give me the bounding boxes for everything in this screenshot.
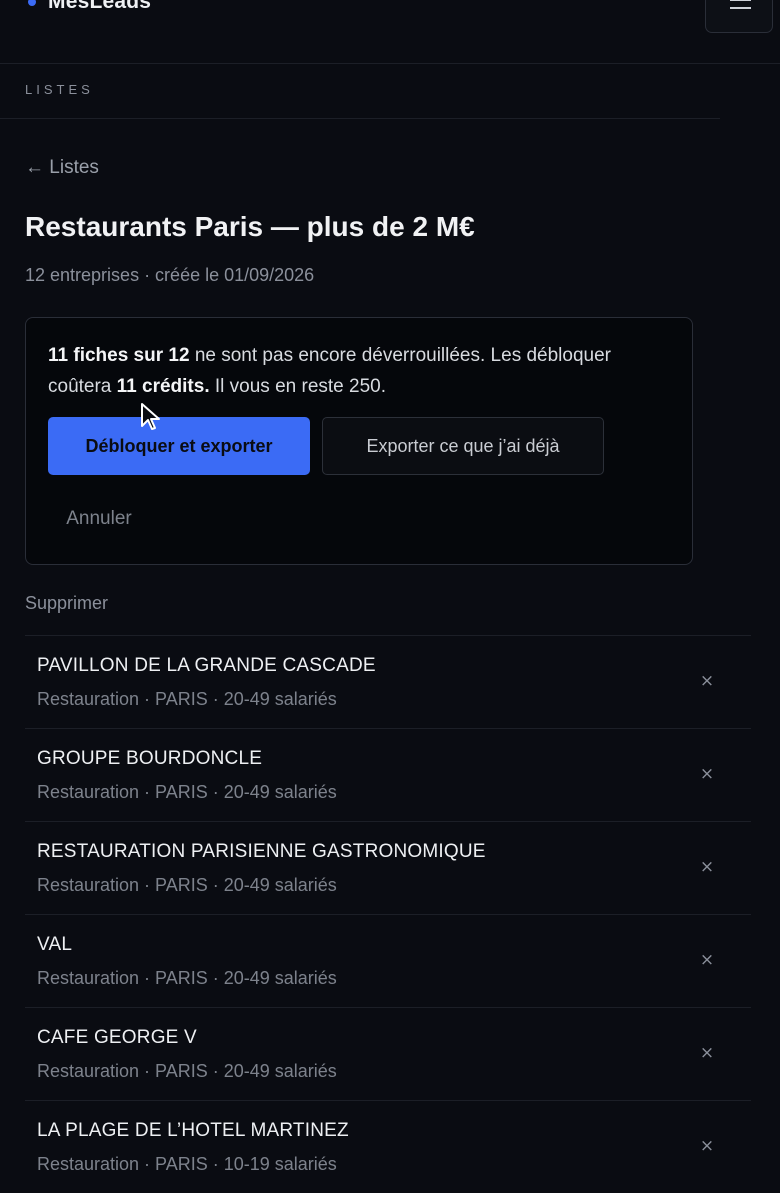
remove-icon[interactable]: × xyxy=(692,1131,722,1161)
company-list: PAVILLON DE LA GRANDE CASCADE Restaurati… xyxy=(25,635,751,1193)
top-bar: MesLeads xyxy=(0,0,780,64)
hamburger-menu-icon xyxy=(730,0,751,1)
company-meta: Restauration · PARIS · 10-19 salariés xyxy=(37,1154,337,1174)
list-item[interactable]: LA PLAGE DE L’HOTEL MARTINEZ Restauratio… xyxy=(25,1100,751,1193)
section-label: LISTES xyxy=(25,82,94,97)
back-to-lists-link[interactable]: ← Listes xyxy=(25,157,99,179)
list-item[interactable]: VAL Restauration · PARIS · 20-49 salarié… xyxy=(25,914,751,1007)
list-item[interactable]: CAFE GEORGE V Restauration · PARIS · 20-… xyxy=(25,1007,751,1100)
company-meta: Restauration · PARIS · 20-49 salariés xyxy=(37,689,337,709)
delete-list-button[interactable]: Supprimer xyxy=(25,593,108,614)
remove-icon[interactable]: × xyxy=(692,945,722,975)
company-name: VAL xyxy=(37,934,73,955)
list-item[interactable]: PAVILLON DE LA GRANDE CASCADE Restaurati… xyxy=(25,635,751,728)
company-name: RESTAURATION PARISIENNE GASTRONOMIQUE xyxy=(37,841,486,862)
brand[interactable]: MesLeads xyxy=(28,0,151,14)
remove-icon[interactable]: × xyxy=(692,1038,722,1068)
company-name: LA PLAGE DE L’HOTEL MARTINEZ xyxy=(37,1120,349,1141)
unlock-export-button[interactable]: Débloquer et exporter xyxy=(48,417,310,475)
mouse-cursor-icon xyxy=(141,403,160,430)
cancel-button[interactable]: Annuler xyxy=(48,500,150,538)
brand-dot-icon xyxy=(28,0,36,6)
list-item[interactable]: RESTAURATION PARISIENNE GASTRONOMIQUE Re… xyxy=(25,821,751,914)
unlock-notice: 11 fiches sur 12 ne sont pas encore déve… xyxy=(25,317,693,565)
credits-cost: 11 crédits. xyxy=(116,376,210,397)
company-meta: Restauration · PARIS · 20-49 salariés xyxy=(37,782,337,802)
company-name: PAVILLON DE LA GRANDE CASCADE xyxy=(37,655,376,676)
company-meta: Restauration · PARIS · 20-49 salariés xyxy=(37,968,337,988)
menu-button[interactable] xyxy=(705,0,773,33)
list-item[interactable]: GROUPE BOURDONCLE Restauration · PARIS ·… xyxy=(25,728,751,821)
company-meta: Restauration · PARIS · 20-49 salariés xyxy=(37,875,337,895)
brand-name: MesLeads xyxy=(48,0,152,13)
company-name: GROUPE BOURDONCLE xyxy=(37,748,263,769)
divider xyxy=(0,118,720,119)
remove-icon[interactable]: × xyxy=(692,759,722,789)
remove-icon[interactable]: × xyxy=(692,852,722,882)
export-existing-button[interactable]: Exporter ce que j’ai déjà xyxy=(322,417,604,475)
locked-count: 11 fiches sur 12 xyxy=(48,345,190,366)
company-name: CAFE GEORGE V xyxy=(37,1027,197,1048)
remove-icon[interactable]: × xyxy=(692,666,722,696)
list-subtitle: 12 entreprises · créée le 01/09/2026 xyxy=(25,265,315,285)
notice-text: 11 fiches sur 12 ne sont pas encore déve… xyxy=(48,345,611,397)
page-title: Restaurants Paris — plus de 2 M€ xyxy=(25,211,475,242)
company-meta: Restauration · PARIS · 20-49 salariés xyxy=(37,1061,337,1081)
